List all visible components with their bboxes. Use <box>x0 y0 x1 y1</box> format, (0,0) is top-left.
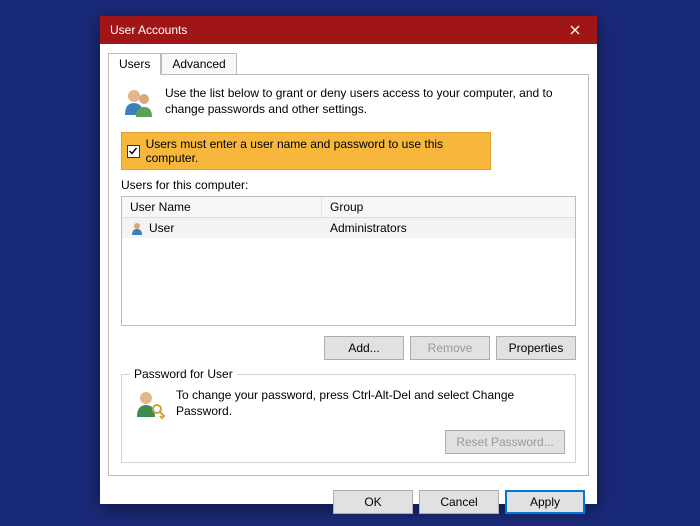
close-icon <box>570 25 580 35</box>
tab-users[interactable]: Users <box>108 53 161 75</box>
tabstrip: Users Advanced <box>100 44 597 74</box>
intro-section: Use the list below to grant or deny user… <box>121 85 576 122</box>
listview-header: User Name Group <box>122 197 575 218</box>
column-username[interactable]: User Name <box>122 197 322 217</box>
cell-username: User <box>149 221 174 235</box>
checkmark-icon <box>128 146 138 156</box>
password-groupbox: Password for User To change your passwor… <box>121 374 576 463</box>
users-icon <box>121 85 155 122</box>
users-list-label: Users for this computer: <box>121 178 576 192</box>
user-accounts-dialog: User Accounts Users Advanced Use the lis… <box>100 16 597 504</box>
reset-password-button: Reset Password... <box>445 430 565 454</box>
key-user-icon <box>132 387 166 424</box>
users-listview[interactable]: User Name Group User Administrators <box>121 196 576 326</box>
add-button[interactable]: Add... <box>324 336 404 360</box>
intro-text: Use the list below to grant or deny user… <box>165 85 576 122</box>
table-row[interactable]: User Administrators <box>122 218 575 238</box>
window-title: User Accounts <box>110 23 552 37</box>
require-login-label: Users must enter a user name and passwor… <box>146 137 485 165</box>
apply-button[interactable]: Apply <box>505 490 585 514</box>
user-buttons-row: Add... Remove Properties <box>121 336 576 360</box>
dialog-footer: OK Cancel Apply <box>100 482 597 526</box>
cell-group: Administrators <box>322 218 575 238</box>
require-login-checkbox[interactable] <box>127 145 140 158</box>
cancel-button[interactable]: Cancel <box>419 490 499 514</box>
tab-advanced[interactable]: Advanced <box>161 53 236 75</box>
tab-panel-users: Use the list below to grant or deny user… <box>108 74 589 476</box>
remove-button: Remove <box>410 336 490 360</box>
titlebar: User Accounts <box>100 16 597 44</box>
require-login-row: Users must enter a user name and passwor… <box>121 132 491 170</box>
user-icon <box>130 221 144 235</box>
column-group[interactable]: Group <box>322 197 575 217</box>
password-legend: Password for User <box>130 367 237 381</box>
password-text: To change your password, press Ctrl-Alt-… <box>176 387 565 419</box>
close-button[interactable] <box>552 16 597 44</box>
ok-button[interactable]: OK <box>333 490 413 514</box>
properties-button[interactable]: Properties <box>496 336 576 360</box>
